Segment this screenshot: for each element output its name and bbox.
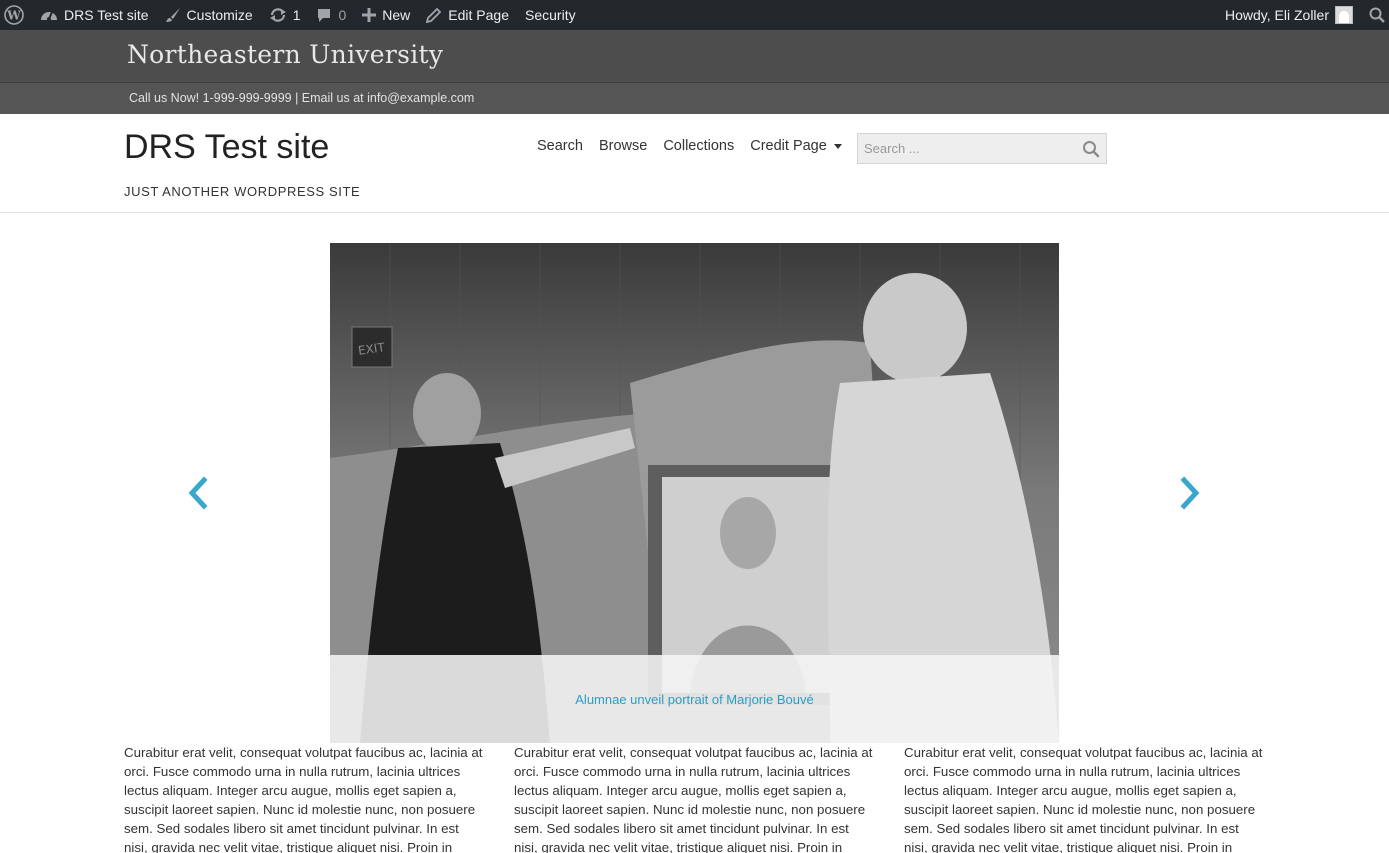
speech-bubble-icon [316,7,332,23]
paintbrush-icon [165,7,181,23]
caret-down-icon [833,143,842,149]
edit-page-label: Edit Page [448,7,510,23]
svg-text:W: W [6,9,21,23]
contact-bar: Call us Now! 1-999-999-9999 | Email us a… [0,83,1389,114]
chevron-right-icon [1180,476,1200,510]
nav-item-search[interactable]: Search [537,138,583,154]
howdy-label: Howdy, Eli Zoller [1225,7,1329,23]
content-column: Curabitur erat velit, consequat volutpat… [514,745,873,853]
admin-bar: W DRS Test site Customize 1 0 New Edit P… [0,0,1389,30]
site-name-label: DRS Test site [64,7,149,23]
carousel-slide[interactable]: EXIT Alumnae unveil portrait of Marjorie… [330,243,1059,743]
slide-caption-text[interactable]: Alumnae unveil portrait of Marjorie Bouv… [575,692,813,707]
search-icon[interactable] [1082,140,1100,158]
pencil-icon [426,7,442,23]
admin-bar-secondary: Howdy, Eli Zoller [1217,0,1389,30]
header-divider [0,212,1389,213]
nav-item-credit-page[interactable]: Credit Page [750,138,842,154]
new-content-link[interactable]: New [354,0,418,30]
carousel-prev-button[interactable] [186,476,210,510]
dashboard-gauge-icon [40,7,58,23]
university-logo[interactable]: Northeastern University [127,40,443,69]
nav-label: Browse [598,138,648,154]
admin-search-button[interactable] [1361,0,1389,30]
updates-count: 1 [292,7,301,23]
content-columns: Curabitur erat velit, consequat volutpat… [124,743,1274,853]
comments-count: 0 [338,7,347,23]
chevron-left-icon [188,476,208,510]
university-brand-bar: Northeastern University [0,30,1389,83]
content-column: Curabitur erat velit, consequat volutpat… [904,745,1263,853]
site-tagline: JUST ANOTHER WORDPRESS SITE [124,184,361,199]
my-account-link[interactable]: Howdy, Eli Zoller [1217,0,1361,30]
slide-caption: Alumnae unveil portrait of Marjorie Bouv… [330,655,1059,743]
customize-label: Customize [186,7,253,23]
site-search-input[interactable] [858,134,1073,163]
content-column: Curabitur erat velit, consequat volutpat… [124,745,483,853]
magnifier-icon [1369,7,1385,23]
avatar [1335,6,1353,24]
site-name-link[interactable]: DRS Test site [32,0,157,30]
contact-info: Call us Now! 1-999-999-9999 | Email us a… [129,91,475,105]
nav-item-browse[interactable]: Browse [599,138,647,154]
plus-icon [362,8,377,22]
site-title[interactable]: DRS Test site [124,128,329,167]
carousel-next-button[interactable] [1178,476,1202,510]
site-search-form [857,133,1107,164]
comments-link[interactable]: 0 [308,0,354,30]
nav-label: Search [537,138,583,154]
wordpress-menu[interactable]: W [0,0,32,30]
new-label: New [382,7,411,23]
nav-label: Credit Page [750,138,827,154]
refresh-icon [269,7,287,23]
customize-link[interactable]: Customize [157,0,261,30]
nav-item-collections[interactable]: Collections [663,138,734,154]
updates-link[interactable]: 1 [261,0,309,30]
nav-label: Collections [663,138,735,154]
wordpress-logo-icon: W [4,5,24,25]
security-link[interactable]: Security [517,0,584,30]
primary-nav: Search Browse Collections Credit Page [537,138,842,154]
edit-page-link[interactable]: Edit Page [418,0,517,30]
security-label: Security [525,7,576,23]
